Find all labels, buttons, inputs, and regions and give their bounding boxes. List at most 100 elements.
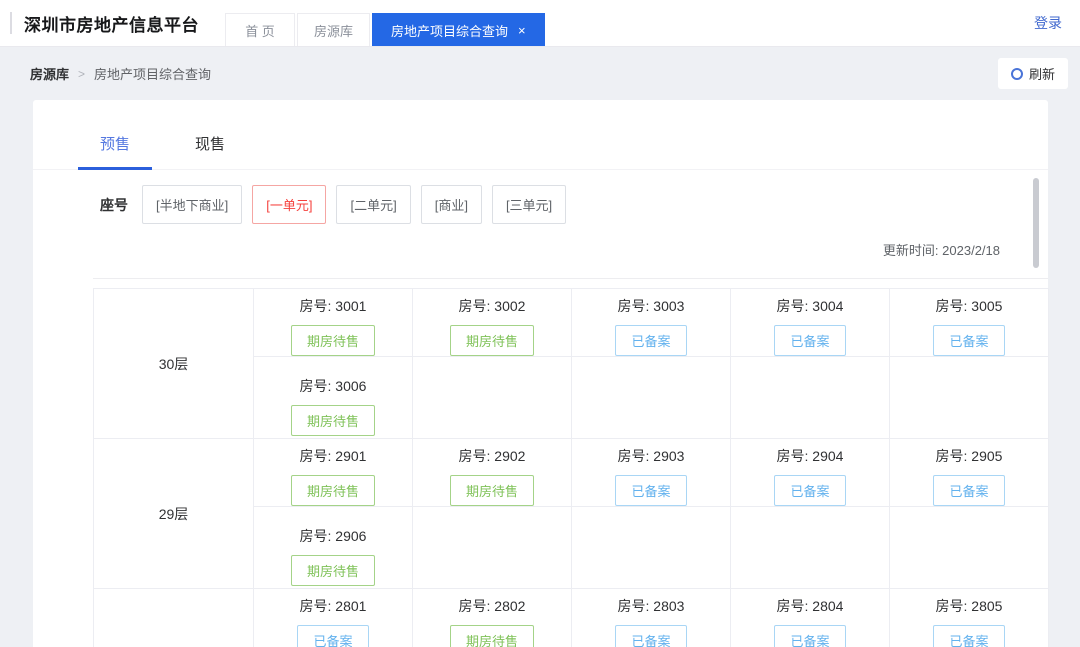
- nav-tab-bar: 首 页 房源库 房地产项目综合查询 ×: [225, 13, 547, 46]
- nav-tab[interactable]: 房地产项目综合查询 ×: [372, 13, 545, 46]
- status-badge[interactable]: 期房待售: [449, 475, 534, 506]
- table-row: 30层 房号: 3001 期房待售 房号: 3002 期房待售 房号: 3003 已备案 房号…: [93, 288, 1049, 439]
- filter-option[interactable]: [一单元]: [252, 185, 327, 224]
- room-table: 30层 房号: 3001 期房待售 房号: 3002 期房待售 房号: 3003 已备案 房号…: [93, 288, 1049, 647]
- status-badge[interactable]: 已备案: [615, 625, 687, 647]
- nav-tab-label: 房地产项目综合查询: [391, 23, 509, 39]
- breadcrumb-root[interactable]: 房源库: [30, 64, 69, 83]
- room-cell: [889, 356, 1049, 439]
- update-time: 更新时间: 2023/2/18: [33, 240, 1048, 259]
- app-title: 深圳市房地产信息平台: [24, 15, 199, 35]
- room-cell: 房号: 2803 已备案: [571, 588, 731, 647]
- floor-label-cell: 29层: [93, 438, 254, 589]
- filter-option[interactable]: [半地下商业]: [142, 185, 243, 224]
- room-number: 房号: 3005: [935, 298, 1003, 314]
- room-cell: 房号: 2903 已备案: [571, 438, 731, 507]
- breadcrumb-row: 房源库 > 房地产项目综合查询 刷新: [0, 47, 1080, 100]
- room-number: 房号: 3003: [617, 298, 685, 314]
- sale-type-tab-bar: 预售 现售: [33, 100, 1048, 170]
- status-badge[interactable]: 已备案: [297, 625, 369, 647]
- nav-tab[interactable]: 首 页: [225, 13, 295, 46]
- room-cell: [412, 356, 572, 439]
- refresh-icon: [1010, 67, 1023, 80]
- room-cell: 房号: 2805 已备案: [889, 588, 1049, 647]
- table-row: 29层 房号: 2901 期房待售 房号: 2902 期房待售 房号: 2903 已备案 房号…: [93, 438, 1049, 589]
- status-badge[interactable]: 已备案: [933, 625, 1005, 647]
- room-number: 房号: 2805: [935, 598, 1003, 614]
- breadcrumb: 房源库 > 房地产项目综合查询: [30, 64, 211, 83]
- filter-option[interactable]: [商业]: [420, 185, 482, 224]
- status-badge[interactable]: 已备案: [933, 475, 1005, 506]
- room-cell: 房号: 2804 已备案: [730, 588, 890, 647]
- status-badge[interactable]: 期房待售: [290, 475, 375, 506]
- nav-tab[interactable]: 房源库: [297, 13, 371, 46]
- status-badge[interactable]: 已备案: [933, 325, 1005, 356]
- status-badge[interactable]: 已备案: [774, 625, 846, 647]
- room-cell: 房号: 3006 期房待售: [253, 356, 413, 439]
- room-cell: 房号: 3004 已备案: [730, 288, 890, 357]
- floor-label-cell: 30层: [93, 288, 254, 439]
- status-badge[interactable]: 期房待售: [290, 325, 375, 356]
- room-cell: 房号: 2906 期房待售: [253, 506, 413, 589]
- room-number: 房号: 3002: [458, 298, 526, 314]
- room-number: 房号: 2905: [935, 448, 1003, 464]
- room-number: 房号: 2903: [617, 448, 685, 464]
- filter-option[interactable]: [三单元]: [491, 185, 567, 224]
- app-header: 深圳市房地产信息平台 首 页 房源库 房地产项目综合查询 × 登录: [0, 0, 1080, 47]
- room-number: 房号: 2801: [299, 598, 367, 614]
- breadcrumb-current: 房地产项目综合查询: [94, 67, 212, 82]
- filter-option[interactable]: [二单元]: [336, 185, 411, 224]
- status-badge[interactable]: 已备案: [615, 475, 687, 506]
- room-cell: 房号: 2901 期房待售: [253, 438, 413, 507]
- room-cell: [571, 506, 731, 589]
- room-cell: [730, 506, 890, 589]
- status-badge[interactable]: 期房待售: [290, 405, 375, 436]
- status-badge[interactable]: 期房待售: [449, 625, 534, 647]
- room-table-wrap: 30层 房号: 3001 期房待售 房号: 3002 期房待售 房号: 3003 已备案 房号…: [93, 278, 1049, 647]
- update-time-label: 更新时间:: [882, 243, 939, 258]
- main-panel: 预售 现售 座号 [半地下商业] [一单元] [二单元] [商业] [三单元] 更新时间:…: [33, 100, 1049, 647]
- room-number: 房号: 3006: [299, 378, 367, 394]
- room-cell: 房号: 2902 期房待售: [412, 438, 572, 507]
- room-cell: 房号: 3003 已备案: [571, 288, 731, 357]
- refresh-button[interactable]: 刷新: [997, 58, 1068, 89]
- room-cell: [889, 506, 1049, 589]
- status-badge[interactable]: 期房待售: [449, 325, 534, 356]
- room-number: 房号: 2901: [299, 448, 367, 464]
- refresh-label: 刷新: [1028, 67, 1055, 82]
- room-cell: [730, 356, 890, 439]
- filter-row: 座号 [半地下商业] [一单元] [二单元] [商业] [三单元]: [33, 185, 1048, 224]
- sale-type-tab[interactable]: 现售: [173, 133, 247, 169]
- vertical-scrollbar[interactable]: [1033, 178, 1039, 268]
- nav-tab-label: 房源库: [314, 23, 354, 39]
- room-number: 房号: 2906: [299, 528, 367, 544]
- room-number: 房号: 2902: [458, 448, 526, 464]
- breadcrumb-separator: >: [78, 66, 86, 81]
- filter-label: 座号: [100, 196, 128, 213]
- close-icon[interactable]: ×: [518, 23, 526, 38]
- nav-tab-label: 首 页: [245, 23, 275, 39]
- login-link[interactable]: 登录: [1034, 13, 1062, 33]
- table-row: 28层房号: 2801已备案房号: 2802期房待售房号: 2803已备案房号:…: [93, 588, 1049, 647]
- room-number: 房号: 2803: [617, 598, 685, 614]
- status-badge[interactable]: 已备案: [774, 475, 846, 506]
- room-cell: 房号: 2905 已备案: [889, 438, 1049, 507]
- floor-label-cell: 28层: [93, 588, 254, 647]
- room-cell: 房号: 3001 期房待售: [253, 288, 413, 357]
- filter-options: [半地下商业] [一单元] [二单元] [商业] [三单元]: [132, 185, 567, 224]
- status-badge[interactable]: 已备案: [774, 325, 846, 356]
- update-time-value: 2023/2/18: [942, 243, 1000, 258]
- sale-type-tab[interactable]: 预售: [78, 133, 153, 170]
- room-number: 房号: 2804: [776, 598, 844, 614]
- status-badge[interactable]: 期房待售: [290, 555, 375, 586]
- room-cell: 房号: 2904 已备案: [730, 438, 890, 507]
- room-cell: [571, 356, 731, 439]
- room-cell: 房号: 3005 已备案: [889, 288, 1049, 357]
- room-cell: 房号: 3002 期房待售: [412, 288, 572, 357]
- room-number: 房号: 2904: [776, 448, 844, 464]
- room-cell: [412, 506, 572, 589]
- room-cell: 房号: 2801 已备案: [253, 588, 413, 647]
- room-number: 房号: 3001: [299, 298, 367, 314]
- room-cell: 房号: 2802 期房待售: [412, 588, 572, 647]
- status-badge[interactable]: 已备案: [615, 325, 687, 356]
